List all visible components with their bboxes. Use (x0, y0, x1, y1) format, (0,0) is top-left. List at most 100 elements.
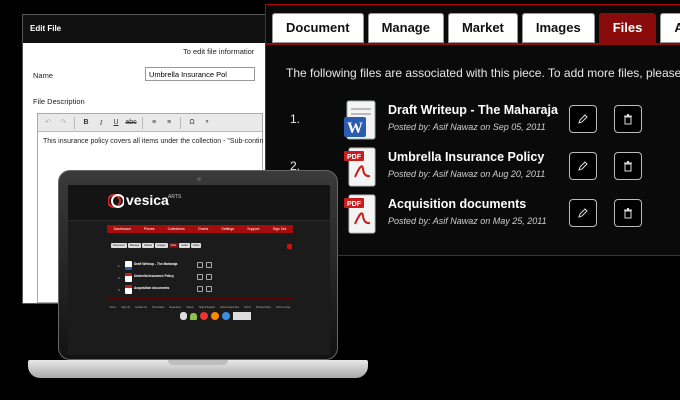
close-icon[interactable] (287, 244, 292, 249)
footer-link[interactable]: Home (110, 306, 116, 309)
underline-button[interactable]: U (110, 117, 122, 129)
file-meta: Posted by: Asif Nawaz on Aug 20, 2011 (388, 169, 546, 179)
globe-icon[interactable]: ⚬ (201, 117, 213, 129)
edit-file-title: Edit File (23, 15, 271, 43)
mini-file-title[interactable]: Draft Writeup - The Maharaja (134, 262, 177, 266)
footer-link[interactable]: Contact Us (135, 306, 147, 309)
redo-icon[interactable]: ↷ (57, 117, 69, 129)
footer-link[interactable]: Sign Up (121, 306, 130, 309)
strikethrough-button[interactable]: abc (125, 117, 137, 129)
mini-file-title[interactable]: Acquisition documents (134, 286, 169, 290)
name-label: Name (33, 71, 54, 80)
name-input[interactable] (145, 67, 255, 81)
file-title[interactable]: Draft Writeup - The Maharaja (388, 103, 558, 117)
site-nav: Dashboard Pieces Collections Charts Sett… (107, 225, 293, 233)
bullet-list-icon[interactable]: ≡ (148, 117, 160, 129)
tab-images[interactable]: Images (521, 13, 595, 43)
pencil-icon[interactable] (197, 262, 203, 268)
word-document-icon[interactable]: W (343, 100, 377, 140)
trash-icon (624, 160, 632, 171)
toolbar-divider (142, 116, 143, 129)
undo-icon[interactable]: ↶ (42, 117, 54, 129)
mini-tab-video[interactable]: Video (190, 243, 202, 248)
delete-file-button[interactable] (614, 199, 642, 227)
nav-collections[interactable]: Collections (168, 227, 185, 231)
description-text[interactable]: This insurance policy covers all items u… (38, 132, 263, 151)
tab-manage[interactable]: Manage (367, 13, 444, 43)
edit-file-button[interactable] (569, 152, 597, 180)
tab-market[interactable]: Market (447, 13, 518, 43)
firefox-logo (211, 312, 219, 320)
toolbar-divider (180, 116, 181, 129)
mini-tab-document[interactable]: Document (111, 243, 127, 248)
file-number: 1. (290, 112, 301, 126)
footer-link[interactable]: Videos (186, 306, 193, 309)
svg-text:W: W (347, 120, 363, 137)
mini-tab-files[interactable]: Files (168, 243, 179, 248)
bold-button[interactable]: B (80, 117, 92, 129)
pdf-file-icon[interactable] (125, 285, 132, 294)
laptop-mockup: vesica ARTS Dashboard Pieces Collections… (28, 170, 368, 395)
ie-logo (222, 312, 230, 320)
italic-button[interactable]: I (95, 117, 107, 129)
tab-audio[interactable]: Audio (660, 13, 680, 43)
trash-icon[interactable] (206, 274, 212, 280)
mini-tab-market[interactable]: Market (142, 243, 155, 248)
mini-tab-images[interactable]: Images (155, 243, 168, 248)
edit-file-button[interactable] (569, 105, 597, 133)
site-logo[interactable]: vesica (126, 192, 169, 208)
nav-support[interactable]: Support (247, 227, 259, 231)
link-icon[interactable]: Ω (186, 117, 198, 129)
footer-divider (107, 298, 293, 299)
pencil-icon[interactable] (197, 286, 203, 292)
laptop-lid: vesica ARTS Dashboard Pieces Collections… (58, 170, 338, 360)
file-title[interactable]: Acquisition documents (388, 197, 526, 211)
mini-tab-manage[interactable]: Manage (127, 243, 142, 248)
pdf-label: PDF (347, 154, 362, 161)
vesica-logo-mark (108, 194, 124, 208)
trash-icon[interactable] (206, 286, 212, 292)
aim-logo (233, 312, 251, 320)
tab-files[interactable]: Files (598, 13, 657, 43)
apple-logo (180, 312, 187, 320)
edit-file-intro: To edit file informatior (183, 47, 255, 56)
file-title[interactable]: Umbrella Insurance Policy (388, 150, 544, 164)
mini-tab-audio[interactable]: Audio (179, 243, 190, 248)
mini-file-number: 3. (118, 288, 121, 292)
footer-link[interactable]: About Vesica Arts (220, 306, 239, 309)
delete-file-button[interactable] (614, 152, 642, 180)
mini-file-title[interactable]: Umbrella Insurance Policy (134, 274, 174, 278)
file-meta: Posted by: Asif Nawaz on Sep 05, 2011 (388, 122, 546, 132)
footer-link[interactable]: Privacy Policy (256, 306, 271, 309)
trash-icon[interactable] (206, 262, 212, 268)
file-row: 1. W Draft Writeup - The Maharaja Posted… (286, 100, 680, 142)
footer-link[interactable]: Promotions (152, 306, 164, 309)
numbered-list-icon[interactable]: ≡ (163, 117, 175, 129)
footer-link[interactable]: Resources (170, 306, 181, 309)
nav-settings[interactable]: Settings (221, 227, 234, 231)
trash-icon (624, 113, 632, 124)
footer-nav: Home Sign Up Contact Us Promotions Resou… (107, 306, 293, 309)
pencil-icon[interactable] (197, 274, 203, 280)
mini-file-row: 2. Umbrella Insurance Policy (118, 273, 228, 283)
footer-link[interactable]: Terms (244, 306, 251, 309)
toolbar-divider (74, 116, 75, 129)
nav-sign-out[interactable]: Sign Out (273, 227, 287, 231)
delete-file-button[interactable] (614, 105, 642, 133)
pdf-file-icon[interactable] (125, 273, 132, 282)
nav-charts[interactable]: Charts (198, 227, 208, 231)
footer-link[interactable]: Help & Support (199, 306, 215, 309)
site-logo-suffix: ARTS (168, 194, 182, 200)
nav-dashboard[interactable]: Dashboard (114, 227, 131, 231)
trash-icon (624, 207, 632, 218)
word-document-icon[interactable] (125, 261, 132, 270)
webcam-icon (197, 177, 201, 181)
nav-pieces[interactable]: Pieces (144, 227, 155, 231)
edit-file-button[interactable] (569, 199, 597, 227)
footer-link[interactable]: Terms of Use (276, 306, 290, 309)
tab-document[interactable]: Document (272, 13, 364, 43)
file-meta: Posted by: Asif Nawaz on May 25, 2011 (388, 216, 547, 226)
site-header: vesica ARTS (68, 185, 330, 221)
mini-piece-tabs: Document Manage Market Images Files Audi… (111, 243, 202, 248)
files-intro-text: The following files are associated with … (286, 66, 680, 80)
